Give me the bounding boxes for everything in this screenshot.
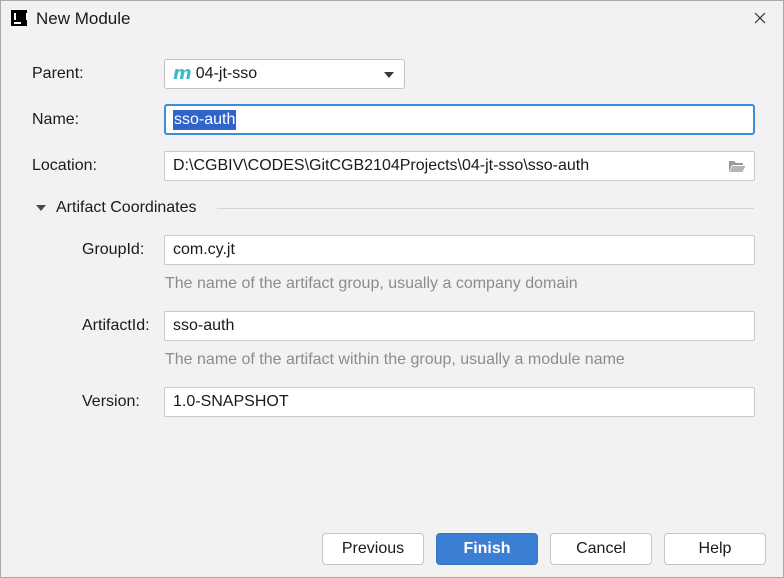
new-module-dialog: New Module Parent: m 04-jt-sso Name: sso… (0, 0, 784, 578)
name-input-selected-text[interactable]: sso-auth (173, 109, 237, 130)
chevron-down-icon[interactable] (384, 72, 394, 78)
help-button[interactable]: Help (664, 533, 766, 565)
groupid-input[interactable]: com.cy.jt (164, 235, 755, 265)
groupid-input-value[interactable]: com.cy.jt (173, 241, 235, 259)
location-label: Location: (32, 157, 97, 174)
parent-label: Parent: (32, 65, 84, 82)
expand-triangle-icon (36, 205, 46, 211)
name-label: Name: (32, 111, 80, 128)
section-divider (217, 208, 754, 209)
name-input[interactable]: sso-auth (164, 104, 755, 135)
finish-button[interactable]: Finish (436, 533, 538, 565)
location-input-value[interactable]: D:\CGBIV\CODES\GitCGB2104Projects\04-jt-… (173, 157, 589, 175)
artifactid-hint: The name of the artifact within the grou… (165, 351, 625, 368)
title-bar: New Module (1, 1, 783, 37)
previous-button[interactable]: Previous (322, 533, 424, 565)
close-button[interactable] (737, 1, 783, 35)
parent-select-value: 04-jt-sso (195, 65, 258, 82)
artifactid-input-value[interactable]: sso-auth (173, 317, 234, 335)
location-input[interactable]: D:\CGBIV\CODES\GitCGB2104Projects\04-jt-… (164, 151, 755, 181)
intellij-idea-icon (11, 10, 28, 26)
groupid-hint: The name of the artifact group, usually … (165, 275, 578, 292)
groupid-label: GroupId: (82, 241, 145, 258)
browse-folder-icon[interactable] (728, 159, 746, 173)
maven-module-icon: m (173, 63, 192, 84)
version-label: Version: (82, 393, 140, 410)
version-input-value[interactable]: 1.0-SNAPSHOT (173, 393, 289, 411)
artifactid-label: ArtifactId: (82, 317, 150, 334)
version-input[interactable]: 1.0-SNAPSHOT (164, 387, 755, 417)
close-icon (754, 12, 766, 24)
parent-select[interactable]: m 04-jt-sso (164, 59, 405, 89)
dialog-title: New Module (36, 9, 131, 28)
artifact-coordinates-label: Artifact Coordinates (56, 199, 197, 216)
artifact-coordinates-toggle[interactable]: Artifact Coordinates (36, 199, 197, 217)
artifactid-input[interactable]: sso-auth (164, 311, 755, 341)
cancel-button[interactable]: Cancel (550, 533, 652, 565)
